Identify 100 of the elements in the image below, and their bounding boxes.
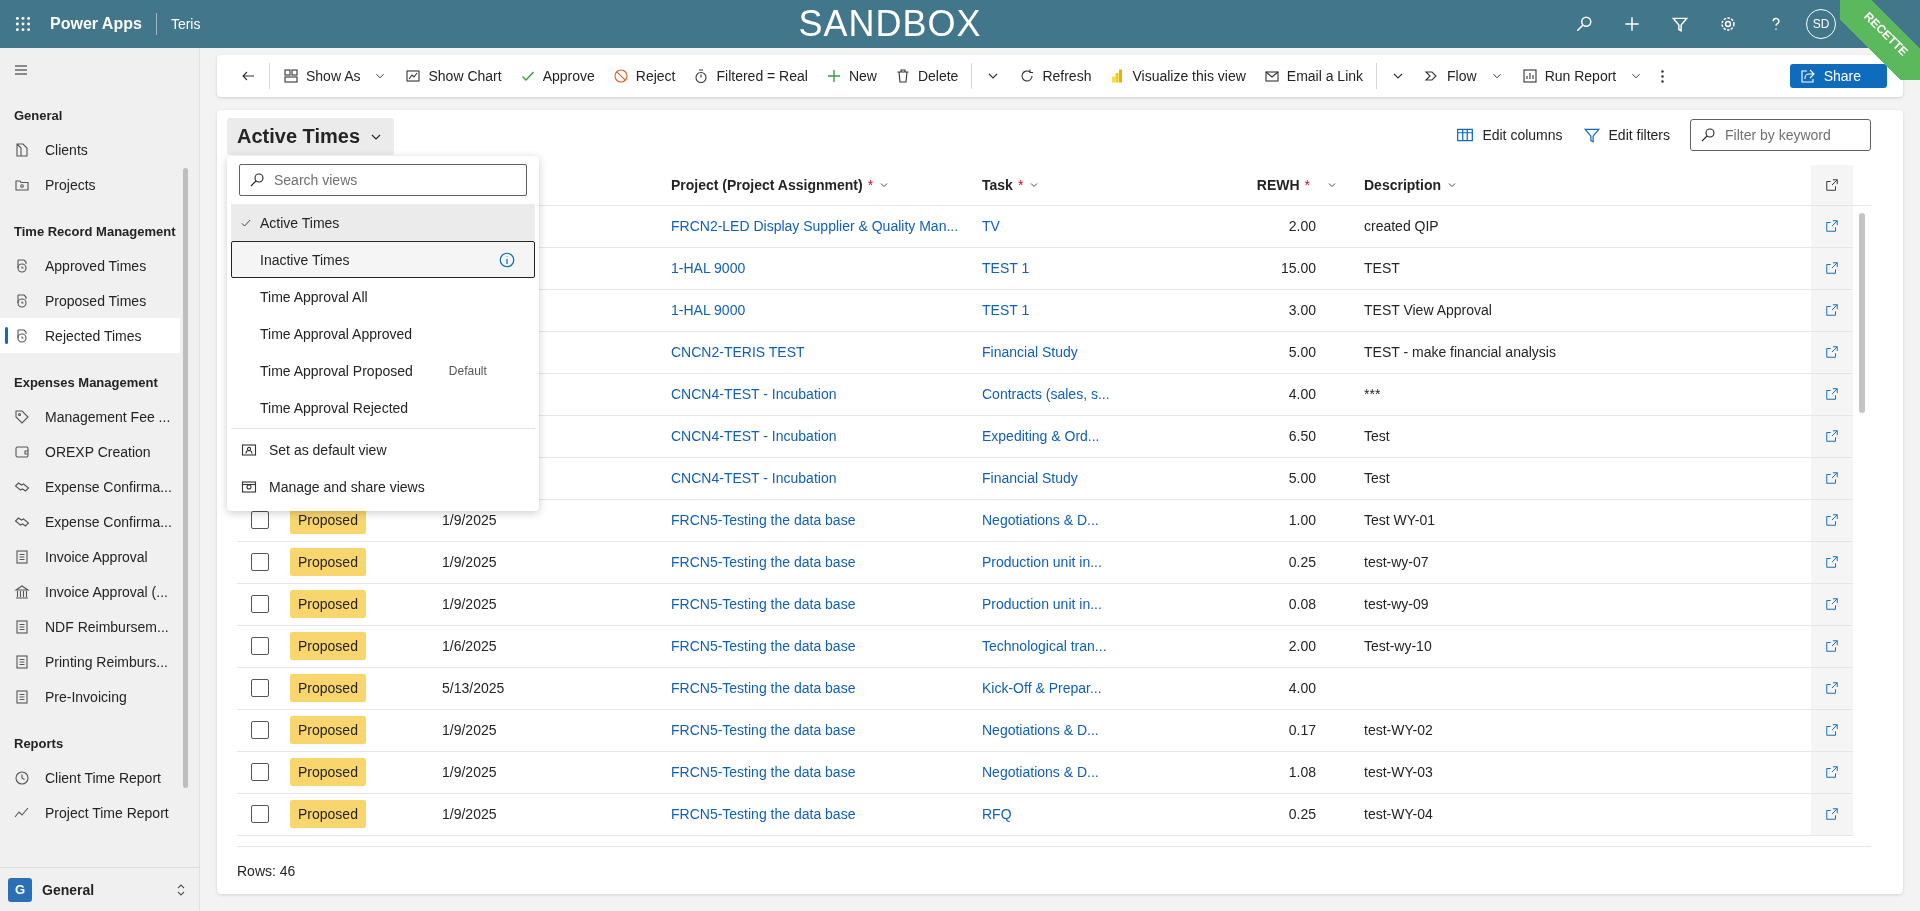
project-link[interactable]: FRCN5-Testing the data base: [671, 680, 856, 697]
project-link[interactable]: CNCN4-TEST - Incubation: [671, 470, 837, 487]
row-checkbox[interactable]: [251, 595, 269, 614]
sidebar-item[interactable]: Project Time Report: [0, 795, 181, 830]
table-cell: Test: [1364, 428, 1390, 445]
command-button[interactable]: Flow: [1415, 60, 1513, 92]
sidebar-item[interactable]: Projects: [0, 167, 181, 202]
edit-columns-button[interactable]: Edit columns: [1456, 119, 1563, 151]
view-option[interactable]: Time Approval Rejected: [231, 389, 535, 426]
row-checkbox[interactable]: [251, 553, 269, 572]
task-link[interactable]: Negotiations & D...: [982, 722, 1099, 739]
row-checkbox[interactable]: [251, 763, 269, 782]
sidebar-item[interactable]: Pre-Invoicing: [0, 679, 181, 714]
project-link[interactable]: FRCN5-Testing the data base: [671, 512, 856, 529]
command-button[interactable]: Visualize this view: [1100, 60, 1255, 92]
column-header[interactable]: Task *: [970, 164, 1200, 205]
edit-filters-button[interactable]: Edit filters: [1582, 119, 1670, 151]
command-button[interactable]: Show As: [274, 60, 397, 92]
view-selector[interactable]: Active Times: [227, 118, 395, 155]
task-link[interactable]: TEST 1: [982, 302, 1030, 319]
task-link[interactable]: Technological tran...: [982, 638, 1107, 655]
project-link[interactable]: FRCN5-Testing the data base: [671, 722, 856, 739]
sidebar-item[interactable]: Expense Confirma...: [0, 504, 181, 539]
sidebar-item[interactable]: Approved Times: [0, 248, 181, 283]
project-link[interactable]: FRCN2-LED Display Supplier & Quality Man...: [671, 218, 959, 235]
table-cell: Test WY-01: [1364, 512, 1436, 529]
column-header[interactable]: Project (Project Assignment) *: [659, 164, 970, 205]
bank-icon: [14, 583, 30, 600]
person-card-icon: [241, 441, 257, 458]
command-button[interactable]: Show Chart: [396, 60, 511, 92]
sidebar-item[interactable]: Invoice Approval (...: [0, 574, 181, 609]
row-checkbox[interactable]: [251, 721, 269, 740]
project-link[interactable]: 1-HAL 9000: [671, 260, 746, 277]
scrollbar-thumb[interactable]: [183, 168, 189, 788]
sidebar-item[interactable]: Management Fee ...: [0, 399, 181, 434]
project-link[interactable]: CNCN4-TEST - Incubation: [671, 386, 837, 403]
project-link[interactable]: FRCN5-Testing the data base: [671, 554, 856, 571]
table-cell: ***: [1364, 386, 1381, 403]
view-option[interactable]: Time Approval All: [231, 278, 535, 315]
project-link[interactable]: 1-HAL 9000: [671, 302, 746, 319]
task-link[interactable]: Negotiations & D...: [982, 512, 1099, 529]
command-button[interactable]: New: [816, 60, 886, 92]
set-default-view-item[interactable]: Set as default view: [231, 431, 535, 468]
column-header[interactable]: REWH *: [1200, 164, 1352, 205]
search-icon: [1700, 127, 1716, 143]
scrollbar-thumb[interactable]: [1859, 212, 1865, 413]
task-link[interactable]: TEST 1: [982, 260, 1030, 277]
project-link[interactable]: FRCN5-Testing the data base: [671, 638, 856, 655]
view-option[interactable]: Inactive Times: [231, 241, 535, 278]
refresh-icon: [1019, 68, 1036, 84]
command-button[interactable]: Run Report: [1512, 60, 1653, 92]
sidebar-item[interactable]: Clients: [0, 132, 181, 167]
task-link[interactable]: Kick-Off & Prepar...: [982, 680, 1102, 697]
command-button[interactable]: Refresh: [1010, 60, 1101, 92]
sidebar-item[interactable]: Expense Confirma...: [0, 469, 181, 504]
share-button[interactable]: Share: [1789, 64, 1887, 88]
task-link[interactable]: RFQ: [982, 806, 1012, 823]
view-option[interactable]: Time Approval Approved: [231, 315, 535, 352]
task-link[interactable]: Production unit in...: [982, 596, 1102, 613]
manage-views-item[interactable]: Manage and share views: [231, 468, 535, 505]
task-link[interactable]: Negotiations & D...: [982, 764, 1099, 781]
command-button[interactable]: Delete: [885, 60, 968, 92]
command-button[interactable]: Reject: [603, 60, 685, 92]
table-cell: Test-wy-10: [1364, 638, 1432, 655]
project-link[interactable]: FRCN5-Testing the data base: [671, 764, 856, 781]
sidebar-item[interactable]: OREXP Creation: [0, 434, 181, 469]
command-button[interactable]: Approve: [510, 60, 604, 92]
task-link[interactable]: Contracts (sales, s...: [982, 386, 1110, 403]
view-option[interactable]: Time Approval Proposed Default: [231, 352, 535, 389]
task-link[interactable]: Financial Study: [982, 344, 1078, 361]
document-icon: [14, 653, 30, 670]
view-option[interactable]: Active Times: [231, 204, 535, 241]
app-name[interactable]: Power Apps: [50, 15, 142, 33]
row-checkbox[interactable]: [251, 637, 269, 656]
command-button[interactable]: Email a Link: [1254, 60, 1373, 92]
row-checkbox[interactable]: [251, 805, 269, 824]
sidebar-item[interactable]: Client Time Report: [0, 760, 181, 795]
task-link[interactable]: Expediting & Ord...: [982, 428, 1100, 445]
table-cell: 0.08: [1288, 596, 1316, 613]
clock-icon: [14, 769, 30, 786]
project-link[interactable]: CNCN4-TEST - Incubation: [671, 428, 837, 445]
task-link[interactable]: Financial Study: [982, 470, 1078, 487]
task-link[interactable]: Production unit in...: [982, 554, 1102, 571]
command-button[interactable]: Filtered = Real: [684, 60, 817, 92]
row-checkbox[interactable]: [251, 679, 269, 698]
sidebar-item[interactable]: Rejected Times: [0, 318, 181, 353]
sidebar-item[interactable]: Invoice Approval: [0, 539, 181, 574]
project-link[interactable]: FRCN5-Testing the data base: [671, 806, 856, 823]
project-link[interactable]: FRCN5-Testing the data base: [671, 596, 856, 613]
filter-field[interactable]: Filter by keyword: [1690, 119, 1871, 151]
area-switcher[interactable]: G General: [0, 867, 199, 911]
prohibited-icon: [612, 68, 629, 84]
task-link[interactable]: TV: [982, 218, 1000, 235]
column-header[interactable]: Description: [1352, 164, 1811, 205]
table-cell: created QIP: [1364, 218, 1439, 235]
project-link[interactable]: CNCN2-TERIS TEST: [671, 344, 805, 361]
sidebar-item[interactable]: NDF Reimbursem...: [0, 609, 181, 644]
sidebar-item[interactable]: Proposed Times: [0, 283, 181, 318]
search-views-field[interactable]: Search views: [239, 164, 527, 196]
sidebar-item[interactable]: Printing Reimburs...: [0, 644, 181, 679]
